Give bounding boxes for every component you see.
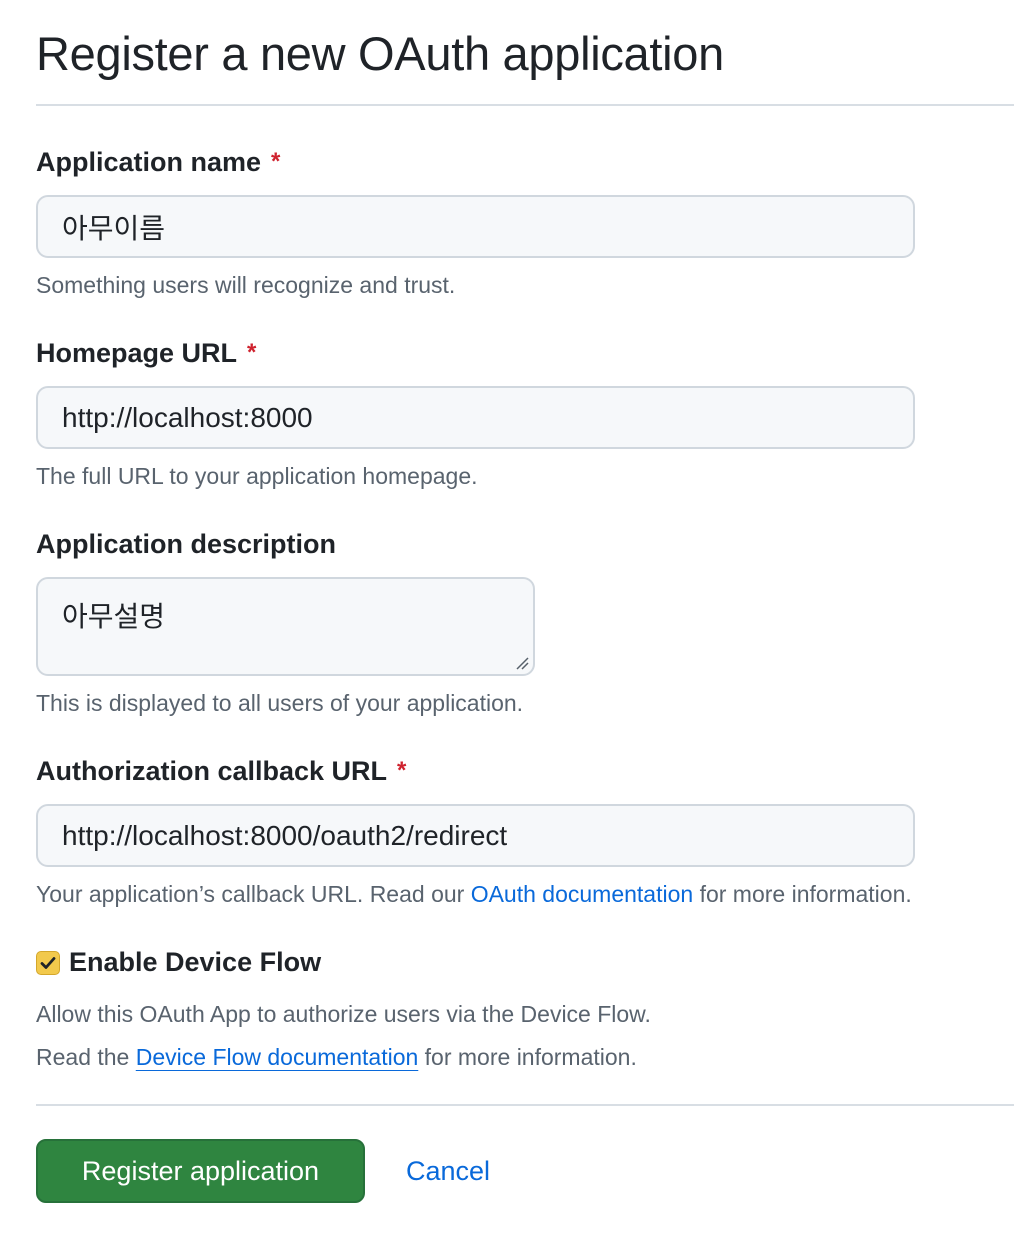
callback-url-group: Authorization callback URL * http://loca…	[36, 755, 1014, 908]
device-flow-documentation-link[interactable]: Device Flow documentation	[136, 1044, 419, 1070]
homepage-url-input[interactable]: http://localhost:8000	[36, 386, 915, 449]
app-name-group: Application name * 아무이름 Something users …	[36, 146, 1014, 299]
callback-url-label: Authorization callback URL *	[36, 755, 1014, 787]
description-label-text: Application description	[36, 529, 337, 559]
app-name-note: Something users will recognize and trust…	[36, 272, 456, 298]
device-flow-checkbox[interactable]	[36, 950, 60, 975]
device-doc-tail: for more information.	[418, 1044, 637, 1070]
description-note: This is displayed to all users of your a…	[36, 690, 524, 716]
required-star: *	[397, 757, 407, 784]
device-flow-note: Allow this OAuth App to authorize users …	[36, 1001, 651, 1027]
actions-divider	[36, 1104, 1014, 1106]
app-name-label-text: Application name	[36, 147, 262, 177]
homepage-url-label: Homepage URL *	[36, 337, 1014, 369]
device-doc-text: Read the	[36, 1044, 136, 1070]
homepage-url-label-text: Homepage URL	[36, 338, 238, 368]
device-flow-group: Enable Device Flow Allow this OAuth App …	[36, 947, 1014, 1071]
callback-note-tail: for more information.	[693, 881, 912, 907]
register-application-button[interactable]: Register application	[36, 1139, 365, 1203]
callback-url-label-text: Authorization callback URL	[36, 756, 388, 786]
oauth-register-form: Register a new OAuth application Applica…	[36, 0, 1014, 1203]
actions-row: Register application Cancel	[36, 1139, 1014, 1203]
description-group: Application description 아무설명 This is dis…	[36, 528, 1014, 717]
homepage-url-value: http://localhost:8000	[62, 401, 313, 433]
homepage-url-note: The full URL to your application homepag…	[36, 463, 478, 489]
title-divider	[36, 104, 1014, 106]
description-label: Application description	[36, 528, 1014, 560]
callback-url-note: Your application’s callback URL. Read ou…	[36, 880, 1014, 908]
app-name-value: 아무이름	[62, 212, 166, 244]
resize-handle-icon[interactable]	[515, 656, 529, 670]
device-flow-label[interactable]: Enable Device Flow	[69, 947, 321, 978]
checkmark-icon	[40, 956, 56, 969]
oauth-documentation-link[interactable]: OAuth documentation	[471, 881, 693, 907]
cancel-link[interactable]: Cancel	[406, 1156, 490, 1187]
callback-url-value: http://localhost:8000/oauth2/redirect	[62, 819, 508, 851]
required-star: *	[247, 339, 257, 366]
callback-note-text: Your application’s callback URL. Read ou…	[36, 881, 471, 907]
description-textarea[interactable]: 아무설명	[36, 577, 535, 676]
homepage-url-group: Homepage URL * http://localhost:8000 The…	[36, 337, 1014, 490]
required-star: *	[271, 148, 281, 175]
device-flow-row: Enable Device Flow	[36, 947, 1014, 978]
app-name-label: Application name *	[36, 146, 1014, 178]
page-title: Register a new OAuth application	[36, 27, 724, 80]
app-name-input[interactable]: 아무이름	[36, 195, 915, 258]
device-flow-doc-note: Read the Device Flow documentation for m…	[36, 1043, 1014, 1071]
callback-url-input[interactable]: http://localhost:8000/oauth2/redirect	[36, 804, 915, 867]
description-value: 아무설명	[62, 601, 166, 632]
